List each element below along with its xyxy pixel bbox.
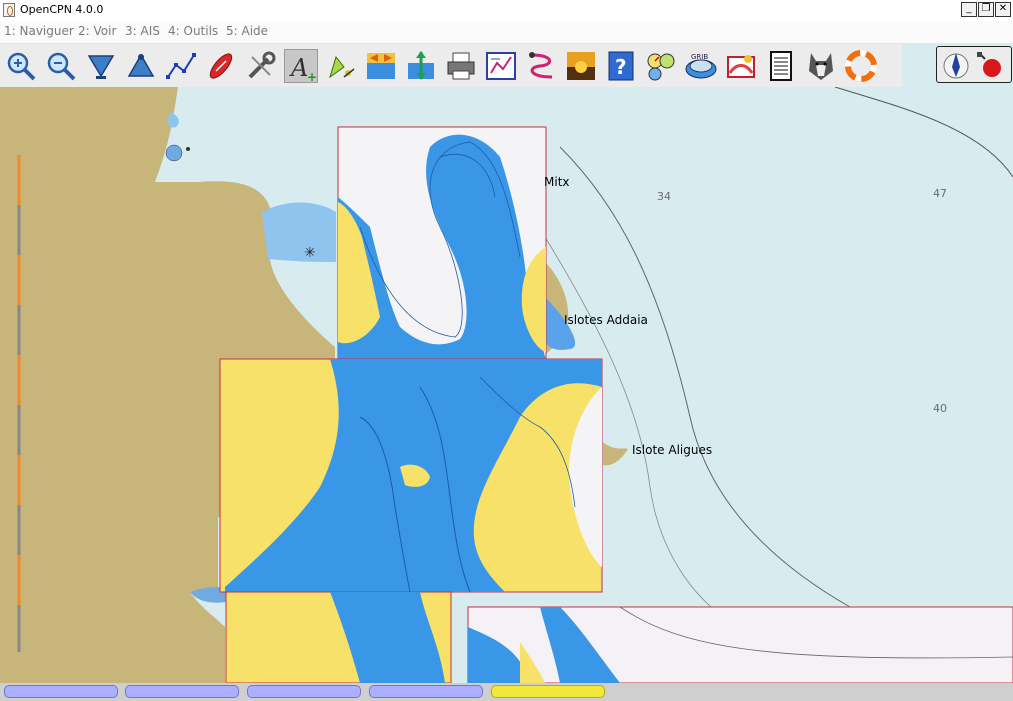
rock-marker [186, 147, 190, 151]
minimize-button[interactable]: _ [961, 2, 977, 17]
inset-chart-south-west [225, 591, 452, 683]
place-label-islote-aligues: Islote Aligues [632, 443, 712, 457]
restore-button[interactable]: ❐ [978, 2, 994, 17]
chart-piano-key[interactable] [247, 685, 361, 698]
quilt-icon[interactable] [324, 49, 358, 83]
depth-sounding: 47 [933, 187, 947, 200]
compass-icon [943, 52, 1001, 79]
route-manager-icon[interactable] [484, 49, 518, 83]
place-label-islotes-addaia: Islotes Addaia [564, 313, 648, 327]
depth-sounding: 34 [657, 190, 671, 203]
compass-gps-status[interactable] [936, 46, 1012, 83]
chart-downloader-icon[interactable] [724, 49, 758, 83]
menu-voir[interactable]: 2: Voir [78, 24, 116, 38]
grib-icon[interactable]: GRIB [684, 49, 718, 83]
inset-chart-center [219, 358, 603, 593]
mob-icon[interactable] [844, 49, 878, 83]
menu-aide[interactable]: 5: Aide [226, 24, 268, 38]
chart-bar [0, 683, 1013, 701]
main-toolbar: A + ? GRIB [0, 44, 902, 87]
scale-up-icon[interactable] [124, 49, 158, 83]
settings-icon[interactable] [244, 49, 278, 83]
menu-bar: 1: Naviguer 2: Voir 3: AIS 4: Outils 5: … [0, 21, 1013, 44]
window-title: OpenCPN 4.0.0 [20, 3, 104, 16]
svg-text:?: ? [615, 55, 627, 79]
menu-ais[interactable]: 3: AIS [125, 24, 160, 38]
current-icon[interactable] [364, 49, 398, 83]
husky-icon[interactable] [804, 49, 838, 83]
inset-chart-north [337, 126, 547, 361]
inlet-area [262, 202, 336, 262]
logbook-icon[interactable] [764, 49, 798, 83]
svg-text:+: + [307, 70, 317, 84]
route-icon[interactable] [164, 49, 198, 83]
menu-naviguer[interactable]: 1: Naviguer [4, 24, 74, 38]
depth-sounding: 40 [933, 402, 947, 415]
svg-text:A: A [289, 54, 308, 82]
place-label-mitx: Mitx [544, 175, 570, 189]
app-icon [3, 3, 15, 17]
chart-piano-key[interactable] [4, 685, 118, 698]
bay-area [165, 144, 183, 162]
print-icon[interactable] [444, 49, 478, 83]
dashboard-icon[interactable] [644, 49, 678, 83]
chart-piano-key[interactable] [125, 685, 239, 698]
text-icon[interactable]: A + [284, 49, 318, 84]
chart-canvas[interactable]: ✳ Mitx Islotes Addaia Islote Aligues 34 … [0, 87, 1013, 683]
rock-symbol: ✳ [304, 245, 316, 261]
svg-text:GRIB: GRIB [691, 53, 708, 61]
auto-follow-icon[interactable] [204, 49, 238, 83]
tide-icon[interactable] [404, 49, 438, 83]
color-scheme-icon[interactable] [564, 49, 598, 83]
close-button[interactable]: ✕ [995, 2, 1011, 17]
zoom-in-icon[interactable] [4, 49, 38, 83]
chart-piano-key-active[interactable] [491, 685, 605, 698]
menu-outils[interactable]: 4: Outils [168, 24, 218, 38]
nautical-chart[interactable]: ✳ Mitx Islotes Addaia Islote Aligues 34 … [0, 87, 1013, 683]
inset-chart-south-east [467, 606, 1013, 683]
track-icon[interactable] [524, 49, 558, 83]
zoom-out-icon[interactable] [44, 49, 78, 83]
title-bar: OpenCPN 4.0.0 _ ❐ ✕ [0, 0, 1013, 21]
chart-piano-key[interactable] [369, 685, 483, 698]
scale-down-icon[interactable] [84, 49, 118, 83]
help-icon[interactable]: ? [604, 49, 638, 83]
